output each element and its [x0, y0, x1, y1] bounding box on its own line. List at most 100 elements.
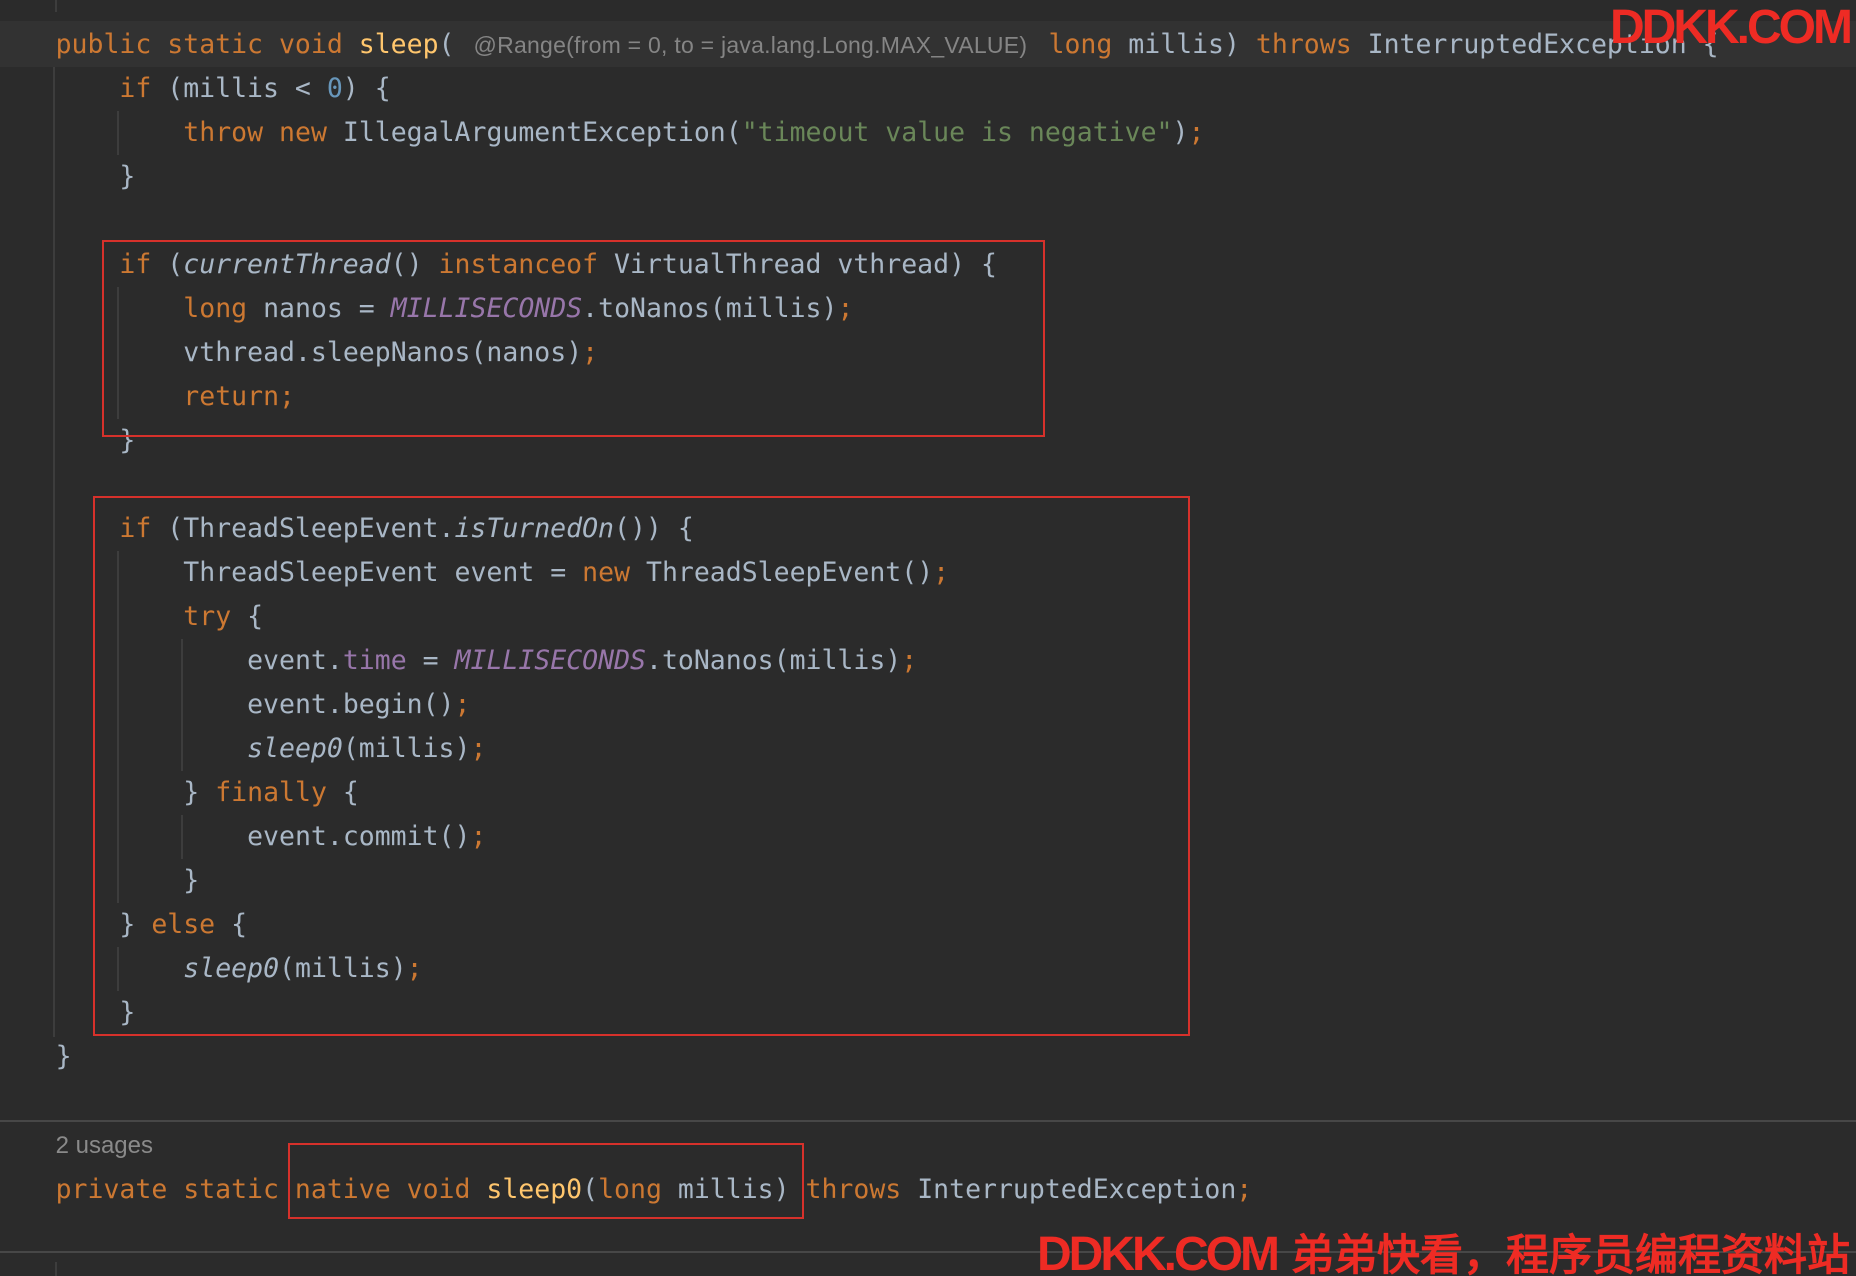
keyword: if [119, 513, 168, 544]
code-line[interactable]: if ( currentThread () instanceof Virtual… [0, 243, 1856, 287]
code-line[interactable]: event.commit() ; [0, 815, 1856, 859]
code-line[interactable]: } [0, 1035, 1856, 1079]
keyword: instanceof [438, 249, 615, 280]
code-text: } [119, 161, 136, 192]
code-text: (millis) [342, 733, 471, 764]
code-line[interactable]: vthread.sleepNanos(nanos) ; [0, 331, 1856, 375]
field-name: time [342, 645, 407, 676]
code-text: } [119, 997, 136, 1028]
static-method-call: currentThread [183, 249, 391, 280]
keyword: try [183, 601, 248, 632]
code-line[interactable]: } [0, 155, 1856, 199]
code-line[interactable]: throw new IllegalArgumentException( "tim… [0, 111, 1856, 155]
code-text: VirtualThread vthread) { [614, 249, 997, 280]
code-line[interactable]: } finally { [0, 771, 1856, 815]
code-text: millis) [1128, 29, 1256, 60]
indent-guide [55, 1262, 57, 1276]
code-text: event.commit() [247, 821, 471, 852]
code-text: (millis) [279, 953, 407, 984]
code-text: (millis < [167, 73, 327, 104]
code-line[interactable]: event. time = MILLISECONDS .toNanos(mill… [0, 639, 1856, 683]
code-editor[interactable]: public static void sleep ( @Range(from =… [0, 0, 1856, 1276]
code-text: ) { [342, 73, 391, 104]
code-text: } [119, 909, 152, 940]
keyword: static [167, 29, 279, 60]
code-text: ( [167, 249, 184, 280]
semicolon: ; [279, 381, 295, 412]
keyword: throw [183, 117, 280, 148]
semicolon: ; [933, 557, 950, 588]
code-text: ( [582, 1174, 599, 1205]
keyword: long [598, 1174, 678, 1205]
code-line[interactable]: } [0, 419, 1856, 463]
method-body-sleep[interactable]: public static void sleep ( @Range(from =… [0, 23, 1856, 1079]
code-line[interactable]: if (ThreadSleepEvent. isTurnedOn ()) { [0, 507, 1856, 551]
method-separator [0, 1120, 1856, 1122]
semicolon: ; [470, 821, 487, 852]
blank-line[interactable] [0, 199, 1856, 243]
code-text: .toNanos(millis) [582, 293, 838, 324]
number-literal: 0 [326, 73, 343, 104]
code-line[interactable]: } else { [0, 903, 1856, 947]
code-text: event.begin() [247, 689, 455, 720]
usages-inlay-hint[interactable]: 2 usages [56, 1130, 153, 1162]
semicolon: ; [406, 953, 423, 984]
semicolon: ; [1236, 1174, 1253, 1205]
watermark-brand: DDKK.COM [1037, 1230, 1280, 1276]
code-line[interactable]: sleep0 (millis) ; [0, 947, 1856, 991]
code-text: } [119, 425, 136, 456]
static-method-call: sleep0 [183, 953, 280, 984]
semicolon: ; [837, 293, 854, 324]
native-method-declaration[interactable]: private static native void sleep0 ( long… [0, 1168, 1856, 1212]
code-line[interactable]: event.begin() ; [0, 683, 1856, 727]
code-line[interactable]: sleep0 (millis) ; [0, 727, 1856, 771]
code-text: ( [438, 29, 455, 60]
keyword: new [582, 557, 646, 588]
code-text: } [183, 865, 200, 896]
keyword: native [294, 1174, 407, 1205]
code-text: nanos = [263, 293, 391, 324]
code-line[interactable]: if (millis < 0 ) { [0, 67, 1856, 111]
code-line[interactable]: public static void sleep ( @Range(from =… [0, 23, 1856, 67]
code-text: InterruptedException [917, 1174, 1237, 1205]
method-name: sleep0 [486, 1174, 583, 1205]
semicolon: ; [470, 733, 487, 764]
code-text: = [406, 645, 455, 676]
keyword: throws [805, 1174, 918, 1205]
code-text: ()) { [614, 513, 694, 544]
keyword: private [55, 1174, 184, 1205]
watermark-tagline: 弟弟快看，程序员编程资料站 [1290, 1231, 1850, 1276]
code-line[interactable]: try { [0, 595, 1856, 639]
code-text: vthread.sleepNanos(nanos) [183, 337, 583, 368]
code-text: (ThreadSleepEvent. [167, 513, 455, 544]
keyword: else [151, 909, 232, 940]
code-line[interactable]: return ; [0, 375, 1856, 419]
code-line[interactable]: ThreadSleepEvent event = new ThreadSleep… [0, 551, 1856, 595]
static-constant: MILLISECONDS [390, 293, 583, 324]
keyword: public [55, 29, 168, 60]
method-name: sleep [358, 29, 439, 60]
static-method-call: isTurnedOn [454, 513, 614, 544]
code-text: event. [247, 645, 343, 676]
keyword: void [406, 1174, 487, 1205]
code-line[interactable]: } [0, 859, 1856, 903]
blank-line[interactable] [0, 463, 1856, 507]
indent-guide [55, 0, 57, 12]
semicolon: ; [454, 689, 471, 720]
keyword: long [183, 293, 264, 324]
semicolon: ; [1188, 117, 1205, 148]
keyword: finally [215, 777, 343, 808]
semicolon: ; [582, 337, 599, 368]
string-literal: "timeout value is negative" [741, 117, 1173, 148]
code-line[interactable]: } [0, 991, 1856, 1035]
keyword: long [1048, 29, 1129, 60]
code-text: () [390, 249, 439, 280]
semicolon: ; [901, 645, 918, 676]
code-line[interactable]: long nanos = MILLISECONDS .toNanos(milli… [0, 287, 1856, 331]
keyword: new [279, 117, 343, 148]
watermark-top: DDKK.COM [1610, 4, 1853, 54]
code-text: } [183, 777, 216, 808]
code-text: IllegalArgumentException( [342, 117, 742, 148]
keyword: throws [1255, 29, 1368, 60]
code-line[interactable]: private static native void sleep0 ( long… [0, 1168, 1856, 1212]
